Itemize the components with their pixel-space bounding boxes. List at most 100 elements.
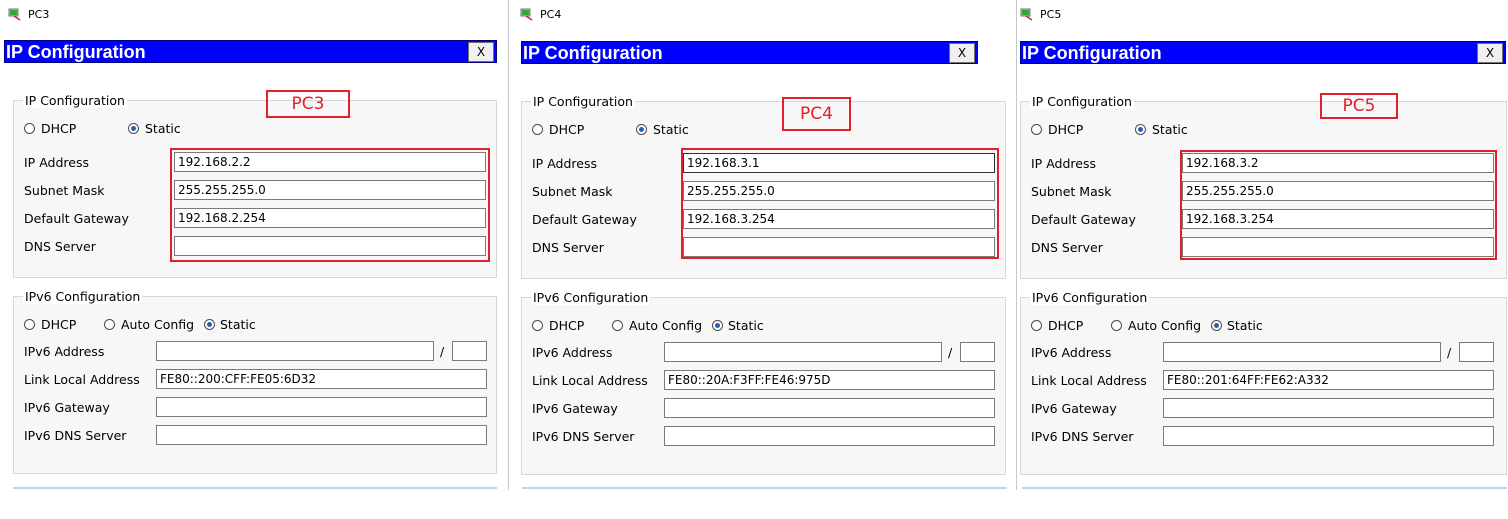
ipv6-dns-server-label: IPv6 DNS Server (1031, 429, 1134, 444)
ipv6-static-label: Static (220, 317, 256, 332)
dns-server-label: DNS Server (1031, 240, 1103, 255)
ipv4-dhcp-radio[interactable] (532, 124, 543, 135)
ipv4-static-option[interactable]: Static (1135, 122, 1188, 137)
ipv6-dns-server-field[interactable] (156, 425, 487, 445)
close-button[interactable]: X (1477, 43, 1503, 63)
ipv6-dhcp-option[interactable]: DHCP (1031, 318, 1083, 333)
ip-address-label: IP Address (1031, 156, 1096, 171)
ipv4-dhcp-label: DHCP (549, 122, 585, 137)
ipv4-group-legend: IP Configuration (1030, 94, 1134, 109)
ipv6-auto-config-option[interactable]: Auto Config (104, 317, 194, 332)
window-title: PC5 (1040, 7, 1062, 21)
packet-tracer-pc-icon (8, 7, 22, 21)
ipv6-group-legend: IPv6 Configuration (531, 290, 651, 305)
close-button[interactable]: X (949, 43, 975, 63)
ipv6-dhcp-label: DHCP (41, 317, 77, 332)
packet-tracer-pc-icon (1020, 7, 1034, 21)
subnet-mask-label: Subnet Mask (24, 183, 105, 198)
header-title: IP Configuration (6, 42, 146, 62)
ipv6-dns-server-label: IPv6 DNS Server (24, 428, 127, 443)
annotation-pc-label: PC3 (266, 90, 350, 118)
subnet-mask-label: Subnet Mask (1031, 184, 1112, 199)
window-bottom-edge (522, 487, 1007, 489)
default-gateway-label: Default Gateway (532, 212, 637, 227)
ipv6-dhcp-label: DHCP (1048, 318, 1084, 333)
link-local-address-field[interactable]: FE80::201:64FF:FE62:A332 (1163, 370, 1494, 390)
ipv6-static-option[interactable]: Static (204, 317, 256, 332)
ipv4-static-option[interactable]: Static (636, 122, 689, 137)
ipv6-dhcp-option[interactable]: DHCP (24, 317, 76, 332)
ipv4-dhcp-label: DHCP (41, 121, 77, 136)
ipv6-address-label: IPv6 Address (532, 345, 613, 360)
window-titlebar: PC5 (1020, 4, 1061, 24)
ipv4-static-label: Static (145, 121, 181, 136)
ipv6-gateway-label: IPv6 Gateway (24, 400, 110, 415)
ipv4-dhcp-radio[interactable] (1031, 124, 1042, 135)
annotation-highlight-box (170, 148, 490, 262)
ipv6-dns-server-field[interactable] (1163, 426, 1494, 446)
annotation-pc-label: PC5 (1320, 93, 1398, 119)
ipv4-static-radio[interactable] (636, 124, 647, 135)
ipv4-static-radio[interactable] (1135, 124, 1146, 135)
ipv6-static-option[interactable]: Static (1211, 318, 1263, 333)
ipv6-static-radio[interactable] (1211, 320, 1222, 331)
ipv6-address-field[interactable] (156, 341, 434, 361)
ipv6-prefix-field[interactable] (1459, 342, 1494, 362)
dns-server-label: DNS Server (532, 240, 604, 255)
ipv6-address-field[interactable] (664, 342, 942, 362)
ipv6-gateway-field[interactable] (664, 398, 995, 418)
close-button[interactable]: X (468, 42, 494, 62)
ipv6-auto-config-radio[interactable] (1111, 320, 1122, 331)
pc4-config-window: PC4 IP Configuration X IP Configuration … (508, 0, 1008, 519)
ipv6-gateway-field[interactable] (1163, 398, 1494, 418)
ipv4-static-option[interactable]: Static (128, 121, 181, 136)
annotation-highlight-box (681, 148, 999, 259)
ipv6-auto-config-radio[interactable] (612, 320, 623, 331)
ip-address-label: IP Address (532, 156, 597, 171)
ipv4-group-legend: IP Configuration (531, 94, 635, 109)
ipv6-dhcp-radio[interactable] (24, 319, 35, 330)
ipv6-group-legend: IPv6 Configuration (1030, 290, 1150, 305)
ipv6-prefix-field[interactable] (452, 341, 487, 361)
default-gateway-label: Default Gateway (24, 211, 129, 226)
ipv6-dhcp-radio[interactable] (1031, 320, 1042, 331)
ipv6-static-option[interactable]: Static (712, 318, 764, 333)
ipv6-auto-config-label: Auto Config (629, 318, 703, 333)
ipv6-dhcp-option[interactable]: DHCP (532, 318, 584, 333)
ipv6-auto-config-radio[interactable] (104, 319, 115, 330)
ipv6-static-label: Static (1227, 318, 1263, 333)
ipv6-dns-server-field[interactable] (664, 426, 995, 446)
link-local-address-field[interactable]: FE80::200:CFF:FE05:6D32 (156, 369, 487, 389)
ipv6-prefix-field[interactable] (960, 342, 995, 362)
ipv4-static-radio[interactable] (128, 123, 139, 134)
ipv4-dhcp-option[interactable]: DHCP (24, 121, 76, 136)
pc3-config-window: PC3 IP Configuration X IP Configuration … (0, 0, 500, 519)
ipv6-auto-config-option[interactable]: Auto Config (1111, 318, 1201, 333)
ipv6-address-field[interactable] (1163, 342, 1441, 362)
ipv4-static-label: Static (653, 122, 689, 137)
ipv6-static-radio[interactable] (204, 319, 215, 330)
ipv6-dhcp-radio[interactable] (532, 320, 543, 331)
ipv6-dns-server-label: IPv6 DNS Server (532, 429, 635, 444)
window-bottom-edge (1022, 487, 1507, 489)
ipv6-address-label: IPv6 Address (24, 344, 105, 359)
link-local-address-label: Link Local Address (1031, 373, 1147, 388)
ipv6-address-label: IPv6 Address (1031, 345, 1112, 360)
link-local-address-field[interactable]: FE80::20A:F3FF:FE46:975D (664, 370, 995, 390)
annotation-pc-label: PC4 (782, 97, 851, 131)
ip-address-label: IP Address (24, 155, 89, 170)
prefix-slash: / (1447, 345, 1452, 360)
ipv6-gateway-field[interactable] (156, 397, 487, 417)
subnet-mask-label: Subnet Mask (532, 184, 613, 199)
window-title: PC4 (540, 7, 562, 21)
window-title: PC3 (28, 7, 50, 21)
ipv6-static-radio[interactable] (712, 320, 723, 331)
ipv6-auto-config-option[interactable]: Auto Config (612, 318, 702, 333)
prefix-slash: / (948, 345, 953, 360)
ipv4-dhcp-option[interactable]: DHCP (1031, 122, 1083, 137)
prefix-slash: / (440, 344, 445, 359)
ipv4-dhcp-option[interactable]: DHCP (532, 122, 584, 137)
ip-configuration-header: IP Configuration X (4, 40, 497, 63)
ipv4-dhcp-radio[interactable] (24, 123, 35, 134)
header-title: IP Configuration (523, 43, 663, 63)
